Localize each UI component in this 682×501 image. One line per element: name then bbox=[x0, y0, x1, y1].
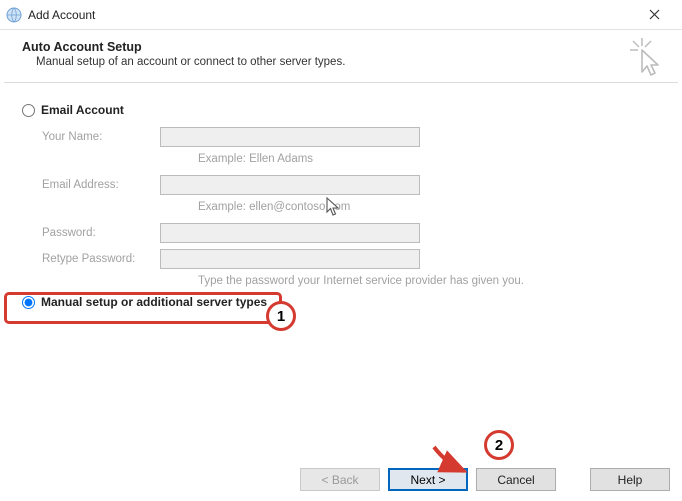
your-name-label: Your Name: bbox=[42, 131, 160, 143]
your-name-hint: Example: Ellen Adams bbox=[198, 153, 678, 165]
close-button[interactable] bbox=[634, 1, 674, 29]
close-icon bbox=[649, 9, 660, 20]
page-heading: Auto Account Setup bbox=[22, 40, 345, 54]
radio-manual-setup[interactable]: Manual setup or additional server types bbox=[22, 295, 678, 309]
radio-email-account[interactable]: Email Account bbox=[22, 103, 678, 117]
content-area: Email Account Your Name: Example: Ellen … bbox=[0, 83, 682, 309]
radio-email-account-input[interactable] bbox=[22, 104, 35, 117]
radio-email-account-label: Email Account bbox=[41, 103, 124, 117]
page-subtitle: Manual setup of an account or connect to… bbox=[36, 56, 345, 68]
app-icon bbox=[6, 7, 22, 23]
help-button[interactable]: Help bbox=[590, 468, 670, 491]
radio-manual-setup-label: Manual setup or additional server types bbox=[41, 295, 267, 309]
email-form: Your Name: Example: Ellen Adams Email Ad… bbox=[42, 127, 678, 287]
back-button: < Back bbox=[300, 468, 380, 491]
annotation-callout-2: 2 bbox=[484, 430, 514, 460]
footer-buttons: < Back Next > Cancel Help bbox=[300, 468, 670, 491]
email-hint: Example: ellen@contoso.com bbox=[198, 201, 678, 213]
title-bar: Add Account bbox=[0, 0, 682, 30]
email-label: Email Address: bbox=[42, 179, 160, 191]
annotation-callout-1: 1 bbox=[266, 301, 296, 331]
window-title: Add Account bbox=[28, 8, 634, 22]
your-name-field bbox=[160, 127, 420, 147]
annotation-arrow bbox=[428, 443, 478, 479]
cancel-button[interactable]: Cancel bbox=[476, 468, 556, 491]
wizard-cursor-icon bbox=[630, 38, 664, 81]
password-hint: Type the password your Internet service … bbox=[198, 275, 678, 287]
radio-manual-setup-input[interactable] bbox=[22, 296, 35, 309]
retype-password-field bbox=[160, 249, 420, 269]
header-band: Auto Account Setup Manual setup of an ac… bbox=[0, 30, 682, 82]
cursor-icon bbox=[326, 197, 342, 220]
retype-password-label: Retype Password: bbox=[42, 253, 160, 265]
password-label: Password: bbox=[42, 227, 160, 239]
email-field bbox=[160, 175, 420, 195]
password-field bbox=[160, 223, 420, 243]
